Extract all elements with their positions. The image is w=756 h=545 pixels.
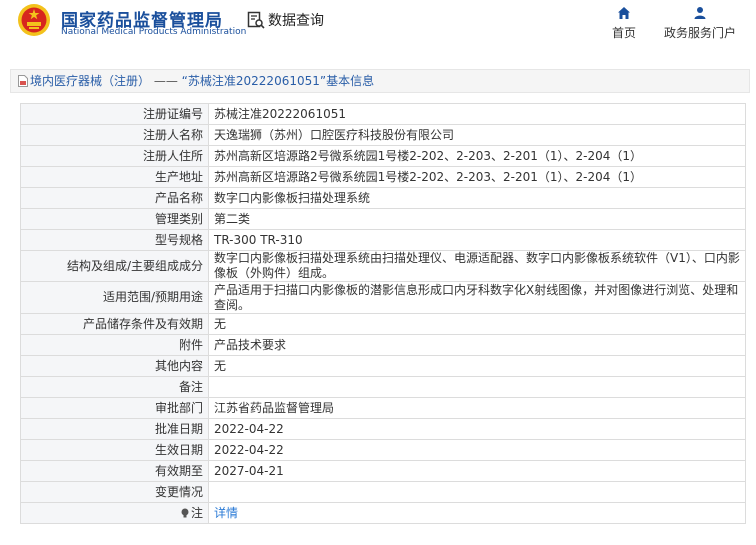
table-row: 批准日期 2022-04-22 bbox=[20, 418, 746, 440]
table-row: 型号规格 TR-300 TR-310 bbox=[20, 229, 746, 251]
field-label: 其他内容 bbox=[20, 355, 209, 377]
table-row: 备注 bbox=[20, 376, 746, 398]
document-icon bbox=[18, 75, 28, 87]
note-label: 注 bbox=[190, 505, 203, 520]
org-name-en: National Medical Products Administration bbox=[61, 27, 247, 37]
field-value: 数字口内影像板扫描处理系统由扫描处理仪、电源适配器、数字口内影像板系统软件（V1… bbox=[208, 250, 746, 282]
table-row: 生效日期 2022-04-22 bbox=[20, 439, 746, 461]
field-label: 注册证编号 bbox=[20, 103, 209, 125]
field-value: 苏械注准20222061051 bbox=[208, 103, 746, 125]
field-label: 审批部门 bbox=[20, 397, 209, 419]
field-label: 注册人名称 bbox=[20, 124, 209, 146]
table-row: 其他内容无 bbox=[20, 355, 746, 377]
user-icon bbox=[694, 7, 706, 19]
nav-home-button[interactable]: 首页 bbox=[606, 6, 642, 41]
field-value: 第二类 bbox=[208, 208, 746, 230]
home-icon bbox=[618, 7, 630, 19]
field-value: 2027-04-21 bbox=[208, 460, 746, 482]
table-row: 管理类别 第二类 bbox=[20, 208, 746, 230]
breadcrumb-current: “苏械注准20222061051”基本信息 bbox=[181, 74, 375, 88]
field-label: 附件 bbox=[20, 334, 209, 356]
field-label: 管理类别 bbox=[20, 208, 209, 230]
field-value: 2022-04-22 bbox=[208, 439, 746, 461]
field-value: 无 bbox=[208, 313, 746, 335]
field-value bbox=[208, 481, 746, 503]
field-value: 无 bbox=[208, 355, 746, 377]
field-label: 生产地址 bbox=[20, 166, 209, 188]
field-label: 产品储存条件及有效期 bbox=[20, 313, 209, 335]
table-row: 产品储存条件及有效期无 bbox=[20, 313, 746, 335]
details-link[interactable]: 详情 bbox=[214, 506, 238, 520]
field-label: 适用范围/预期用途 bbox=[20, 281, 209, 314]
field-value: 产品技术要求 bbox=[208, 334, 746, 356]
nav-home-label: 首页 bbox=[611, 26, 636, 40]
page-title: 数据查询 bbox=[268, 13, 324, 29]
table-row: 适用范围/预期用途 产品适用于扫描口内影像板的潜影信息形成口内牙科数字化X射线图像… bbox=[20, 281, 746, 314]
nav-portal-label: 政务服务门户 bbox=[663, 26, 736, 40]
field-label: 产品名称 bbox=[20, 187, 209, 209]
table-row-note: 注详情 bbox=[20, 502, 746, 524]
table-row: 注册证编号 苏械注准20222061051 bbox=[20, 103, 746, 125]
field-value: 数字口内影像板扫描处理系统 bbox=[208, 187, 746, 209]
field-label: 生效日期 bbox=[20, 439, 209, 461]
table-row: 注册人住所 苏州高新区培源路2号微系统园1号楼2-202、2-203、2-201（… bbox=[20, 145, 746, 167]
field-label: 型号规格 bbox=[20, 229, 209, 251]
lightbulb-icon bbox=[181, 508, 189, 517]
nav-portal-button[interactable]: 政务服务门户 bbox=[660, 6, 740, 41]
field-label: 注册人住所 bbox=[20, 145, 209, 167]
breadcrumb-separator: —— bbox=[153, 74, 178, 88]
field-label: 结构及组成/主要组成成分 bbox=[20, 250, 209, 282]
field-value bbox=[208, 376, 746, 398]
field-value: 苏州高新区培源路2号微系统园1号楼2-202、2-203、2-201（1）、2-… bbox=[208, 166, 746, 188]
table-row: 产品名称 数字口内影像板扫描处理系统 bbox=[20, 187, 746, 209]
field-label: 变更情况 bbox=[20, 481, 209, 503]
table-row: 注册人名称 天逸瑞狮（苏州）口腔医疗科技股份有限公司 bbox=[20, 124, 746, 146]
field-label: 批准日期 bbox=[20, 418, 209, 440]
note-value-cell: 详情 bbox=[208, 502, 746, 524]
field-label: 备注 bbox=[20, 376, 209, 398]
table-row: 附件 产品技术要求 bbox=[20, 334, 746, 356]
national-emblem-icon bbox=[18, 4, 50, 36]
field-label: 有效期至 bbox=[20, 460, 209, 482]
registration-info-table: 注册证编号 苏械注准20222061051 注册人名称 天逸瑞狮（苏州）口腔医疗科技股… bbox=[20, 103, 746, 524]
field-value: 产品适用于扫描口内影像板的潜影信息形成口内牙科数字化X射线图像，并对图像进行浏览… bbox=[208, 281, 746, 314]
table-row: 有效期至 2027-04-21 bbox=[20, 460, 746, 482]
table-row: 生产地址 苏州高新区培源路2号微系统园1号楼2-202、2-203、2-201（1… bbox=[20, 166, 746, 188]
table-row: 审批部门 江苏省药品监督管理局 bbox=[20, 397, 746, 419]
field-value: 苏州高新区培源路2号微系统园1号楼2-202、2-203、2-201（1）、2-… bbox=[208, 145, 746, 167]
table-row: 变更情况 bbox=[20, 481, 746, 503]
note-label-cell: 注 bbox=[20, 502, 209, 524]
site-header: 国家药品监督管理局 National Medical Products Admi… bbox=[0, 0, 756, 60]
data-query-icon bbox=[247, 11, 265, 29]
field-value: 江苏省药品监督管理局 bbox=[208, 397, 746, 419]
field-value: 2022-04-22 bbox=[208, 418, 746, 440]
breadcrumb: 境内医疗器械（注册） —— “苏械注准20222061051”基本信息 bbox=[10, 69, 750, 93]
table-row: 结构及组成/主要组成成分 数字口内影像板扫描处理系统由扫描处理仪、电源适配器、数字… bbox=[20, 250, 746, 282]
field-value: TR-300 TR-310 bbox=[208, 229, 746, 251]
field-value: 天逸瑞狮（苏州）口腔医疗科技股份有限公司 bbox=[208, 124, 746, 146]
breadcrumb-category-link[interactable]: 境内医疗器械（注册） bbox=[30, 74, 150, 88]
